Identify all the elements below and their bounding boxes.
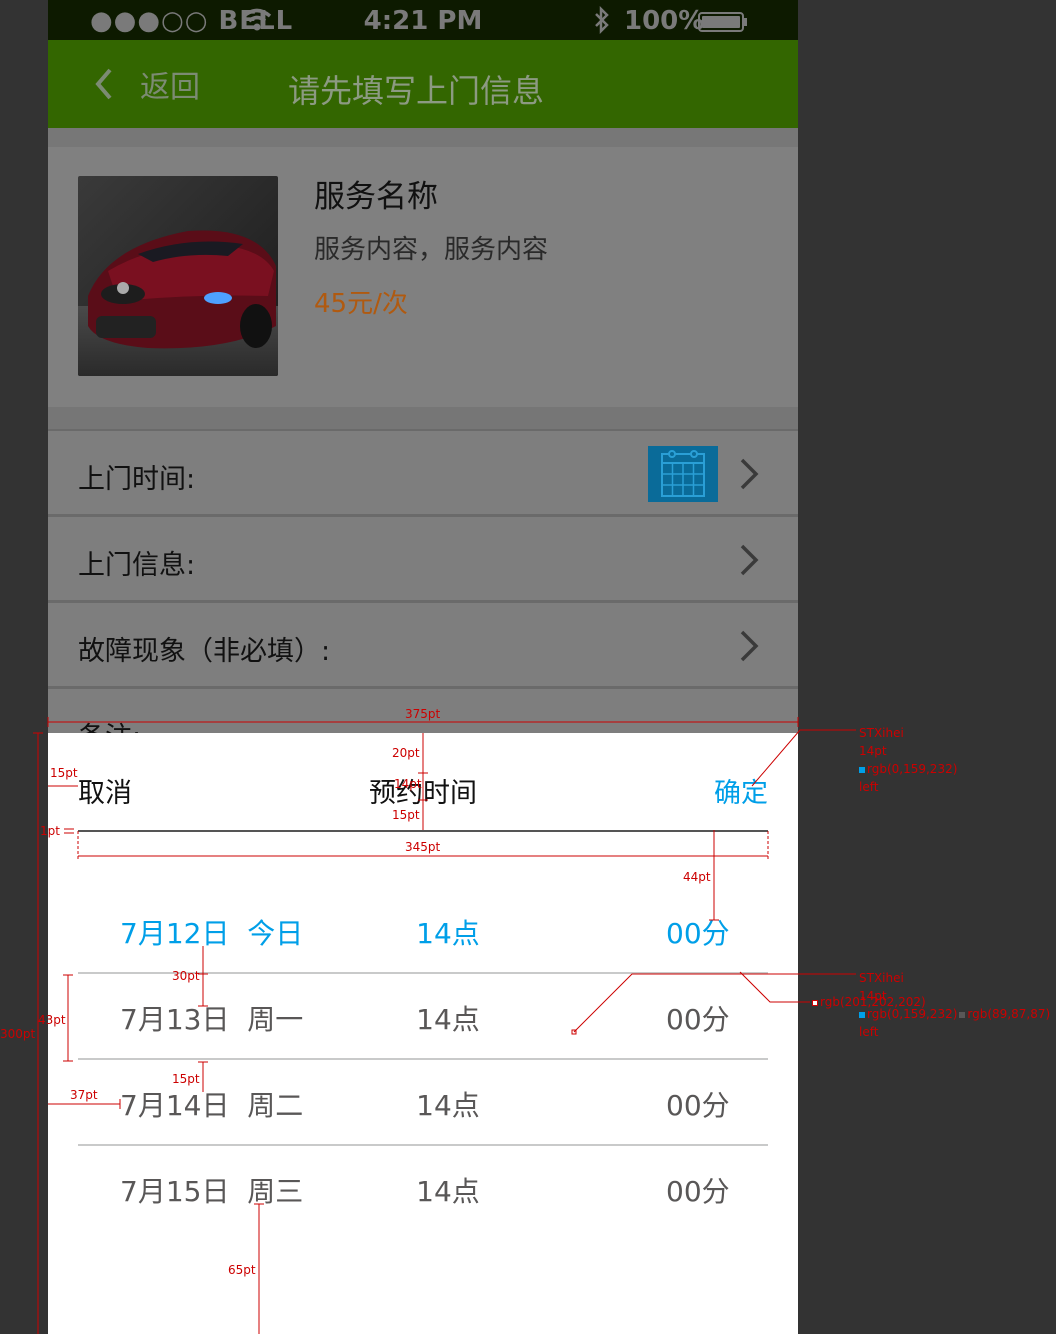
form-row-label: 故障现象（非必填）: [78,636,331,667]
form-row-label: 上门时间: [78,464,196,495]
line-color-spec: rgb(201,202,202) [812,996,926,1008]
chevron-right-icon [740,630,759,662]
nav-bar: 返回 请先填写上门信息 [48,40,798,128]
font-spec-confirm: STXihei 14pt rgb(0,159,232) left [859,724,957,796]
status-bar: ●●●○○ BELL 4:21 PM 100% [48,0,798,40]
picker-minute: 00分 [666,1089,730,1122]
spec-size: 14pt [859,744,887,758]
spec-label: 14pt [394,777,422,791]
color-swatch [959,1011,966,1018]
picker-divider [78,830,768,832]
spec-font: STXihei [859,971,904,985]
spec-label: 44pt [683,870,711,884]
service-image [78,176,278,376]
back-button[interactable]: 返回 [88,62,200,106]
page-title: 请先填写上门信息 [288,72,545,110]
chevron-right-icon [740,544,759,576]
spec-label: 20pt [392,746,420,760]
spec-align: left [859,1025,879,1039]
spec-font: STXihei [859,726,904,740]
spec-label: 1pt [40,824,60,838]
spec-label: 65pt [228,1263,256,1277]
service-description: 服务内容，服务内容 [314,235,549,265]
form-row-visit-time[interactable]: 上门时间: [48,429,798,515]
service-price: 45元/次 [314,289,408,319]
spec-label: 345pt [405,840,441,854]
form-row-label: 上门信息: [78,550,196,581]
bluetooth-icon [595,6,609,34]
spec-label: 43pt [38,1013,66,1027]
phone-screen: ●●●○○ BELL 4:21 PM 100% 返回 请先填写上门信息 服务名称… [48,0,798,1334]
chevron-right-icon [740,458,759,490]
battery-percent: 100% [624,6,705,36]
spec-label: 300pt [0,1027,36,1041]
spec-label: 30pt [172,969,200,983]
picker-minute: 00分 [666,1003,730,1036]
picker-title: 预约时间 [369,778,477,809]
back-label: 返回 [140,70,200,105]
time-picker-sheet: 取消 预约时间 确定 7月12日 今日 14点 00分 7月13日 周一 14点… [48,733,798,1334]
section-gap [48,407,798,429]
form-row-fault[interactable]: 故障现象（非必填）: [48,601,798,687]
color-swatch [812,999,818,1006]
chevron-left-icon [95,68,112,100]
spec-label: 15pt [172,1072,200,1086]
spec-color: rgb(0,159,232) [867,1007,958,1021]
picker-minute: 00分 [666,917,730,950]
picker-row[interactable]: 7月13日 周一 14点 00分 [78,974,768,1060]
spec-color: rgb(89,87,87) [967,1007,1051,1021]
calendar-icon[interactable] [648,446,718,502]
form-list: 上门时间: 上门信息: 故障现象（非必填）: [48,429,798,773]
service-card[interactable]: 服务名称 服务内容，服务内容 45元/次 [48,147,798,407]
spec-label: 15pt [50,766,78,780]
picker-row[interactable]: 7月15日 周三 14点 00分 [78,1146,768,1232]
service-name: 服务名称 [314,179,438,215]
spec-color: rgb(0,159,232) [867,762,958,776]
section-gap [48,128,798,147]
battery-icon [698,12,747,32]
picker-row-selected[interactable]: 7月12日 今日 14点 00分 [78,888,768,974]
color-swatch [859,766,865,773]
spec-label: 375pt [405,707,441,721]
picker-minute: 00分 [666,1175,730,1208]
confirm-button[interactable]: 确定 [714,771,768,810]
spec-align: left [859,780,879,794]
spec-line-color: rgb(201,202,202) [820,995,926,1009]
spec-label: 15pt [392,808,420,822]
color-swatch [859,1011,865,1018]
spec-label: 37pt [70,1088,98,1102]
form-row-visit-info[interactable]: 上门信息: [48,515,798,601]
